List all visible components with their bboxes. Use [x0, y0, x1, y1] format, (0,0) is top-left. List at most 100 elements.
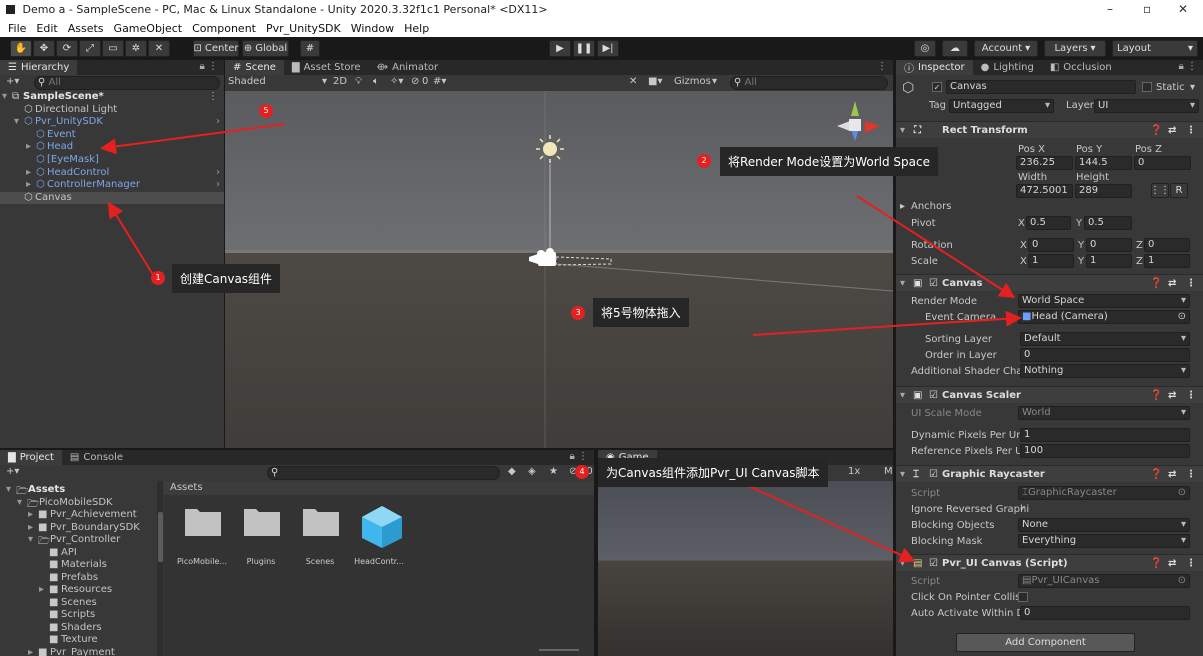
shading-mode-dropdown[interactable]: Shaded — [228, 76, 266, 87]
filter-type-icon[interactable]: ◆ — [508, 466, 516, 477]
zoom-slider[interactable] — [539, 649, 579, 651]
transform-tool-icon[interactable]: ✲ — [125, 40, 147, 57]
rotation-y-field[interactable]: 0 — [1086, 238, 1132, 252]
enabled-checkbox[interactable]: ☑ — [929, 390, 938, 401]
maximize-button[interactable]: ▫ — [1143, 2, 1151, 16]
chevron-right-icon[interactable]: › — [216, 116, 220, 127]
tree-scrollbar-track[interactable] — [157, 481, 163, 656]
project-folder-item[interactable]: ■ Scenes — [0, 597, 155, 609]
tab-lighting[interactable]: ● Lighting — [973, 60, 1042, 75]
rotation-z-field[interactable]: 0 — [1144, 238, 1190, 252]
panel-lock-icon[interactable]: 🔒︎ ⋮ — [200, 61, 219, 72]
project-folder-item[interactable]: ■ Scripts — [0, 609, 155, 621]
add-icon[interactable]: +▾ — [6, 466, 19, 477]
scale-tool-icon[interactable]: ⤢ — [79, 40, 101, 57]
grid-icon[interactable]: #▾ — [433, 76, 446, 87]
tab-animator[interactable]: ⟴ Animator — [369, 60, 447, 75]
project-folder-item[interactable]: ▾ 🗁︎ PicoMobileSDK — [0, 497, 155, 510]
foldout-arrow-icon[interactable]: ▸ — [28, 509, 33, 520]
asset-item[interactable]: Scenes — [292, 505, 348, 575]
tree-scrollbar-thumb[interactable] — [158, 512, 163, 562]
account-dropdown[interactable]: Account ▾ — [974, 40, 1038, 57]
settings-icon[interactable]: ⇄ — [1168, 469, 1176, 480]
shader-channels-dropdown[interactable]: Nothing — [1020, 364, 1190, 378]
tab-project[interactable]: ▇ Project — [0, 450, 62, 465]
chevron-right-icon[interactable]: › — [216, 167, 220, 178]
foldout-arrow-icon[interactable]: ▾ — [14, 116, 19, 127]
component-menu-icon[interactable]: ⋮ — [1186, 125, 1196, 136]
auto-activate-field[interactable]: 0 — [1020, 606, 1190, 620]
minimize-button[interactable]: – — [1107, 2, 1113, 16]
camera-icon[interactable]: ■▾ — [648, 76, 662, 87]
chevron-right-icon[interactable]: › — [216, 179, 220, 190]
rect-tool-icon[interactable]: ▭ — [102, 40, 124, 57]
static-checkbox[interactable] — [1142, 82, 1152, 92]
breadcrumb-assets[interactable]: Assets — [170, 482, 203, 493]
game-scale-label[interactable]: 1x — [848, 466, 860, 477]
order-in-layer-field[interactable]: 0 — [1020, 348, 1190, 362]
asset-item[interactable]: HeadContr... — [351, 505, 407, 575]
pivot-y-field[interactable]: 0.5 — [1084, 216, 1132, 230]
hierarchy-item[interactable]: ⬡ [EyeMask] — [0, 154, 224, 166]
menu-gameobject[interactable]: GameObject — [114, 22, 183, 35]
pvr-ui-canvas-header[interactable]: ▾ ▤ ☑ Pvr_UI Canvas (Script) ❓ ⇄ ⋮ — [896, 554, 1203, 571]
hierarchy-item[interactable]: ▸ ⬡ ControllerManager › — [0, 179, 224, 191]
foldout-arrow-icon[interactable]: ▾ — [2, 91, 7, 102]
object-name-input[interactable]: Canvas — [946, 80, 1136, 94]
close-button[interactable]: ✕ — [1178, 2, 1188, 16]
project-search-input[interactable]: ⚲ — [267, 466, 500, 480]
dynamic-pixels-field[interactable]: 1 — [1020, 428, 1190, 442]
project-folder-item[interactable]: ■ Shaders — [0, 622, 155, 634]
menu-pvr-unitysdk[interactable]: Pvr_UnitySDK — [266, 22, 341, 35]
favorite-icon[interactable]: ★ — [549, 466, 558, 477]
click-on-pointer-checkbox[interactable] — [1018, 592, 1028, 602]
layer-dropdown[interactable]: UI — [1094, 99, 1199, 113]
anchors-foldout[interactable]: Anchors — [911, 201, 951, 212]
global-toggle[interactable]: ⊕ Global — [242, 40, 289, 57]
menu-file[interactable]: File — [8, 22, 26, 35]
canvas-component-header[interactable]: ▾ ▣ ☑ Canvas ❓ ⇄ ⋮ — [896, 274, 1203, 291]
hidden-objects-icon[interactable]: ⊘ — [411, 76, 419, 87]
project-folder-item[interactable]: ■ Prefabs — [0, 572, 155, 584]
help-icon[interactable]: ❓ — [1150, 558, 1162, 569]
pos-x-field[interactable]: 236.25 — [1016, 156, 1073, 170]
cloud-icon[interactable]: ☁ — [942, 40, 968, 57]
mode-2d-toggle[interactable]: 2D — [333, 76, 347, 87]
camera-gizmo-icon[interactable] — [529, 248, 612, 266]
rotate-tool-icon[interactable]: ⟳ — [56, 40, 78, 57]
settings-icon[interactable]: ⇄ — [1168, 278, 1176, 289]
scene-search-input[interactable]: ⚲ All — [730, 76, 888, 90]
effects-icon[interactable]: ✧▾ — [390, 76, 403, 87]
lighting-icon[interactable]: 💡︎ — [355, 76, 362, 87]
help-icon[interactable]: ❓ — [1150, 469, 1162, 480]
maximize-on-play-toggle[interactable]: M — [884, 466, 893, 477]
component-menu-icon[interactable]: ⋮ — [1186, 558, 1196, 569]
component-menu-icon[interactable]: ⋮ — [1186, 278, 1196, 289]
static-dropdown[interactable]: Static — [1156, 82, 1185, 93]
ignore-reversed-checkbox[interactable]: ✓ — [1018, 504, 1028, 514]
add-icon[interactable]: +▾ — [6, 76, 19, 87]
tab-scene[interactable]: # Scene — [225, 60, 284, 75]
project-folder-item[interactable]: ▾ 🗁︎ Pvr_Controller — [0, 534, 155, 547]
tab-inspector[interactable]: ⓘ Inspector — [896, 60, 973, 75]
project-folder-item[interactable]: ■ API — [0, 547, 155, 559]
blueprint-mode-icon[interactable]: ⋮⋮ — [1150, 183, 1170, 198]
foldout-arrow-icon[interactable]: ▸ — [28, 522, 33, 533]
width-field[interactable]: 472.5001 — [1016, 184, 1073, 198]
hierarchy-item[interactable]: ⬡ Directional Light — [0, 104, 224, 116]
hierarchy-item[interactable]: ⬡ Canvas — [0, 191, 224, 204]
enabled-checkbox[interactable]: ☑ — [929, 278, 938, 289]
panel-lock-icon[interactable]: 🔒︎ ⋮ — [570, 451, 589, 462]
asset-item[interactable]: Plugins — [233, 505, 289, 575]
blocking-objects-dropdown[interactable]: None — [1018, 518, 1190, 532]
active-checkbox[interactable]: ✓ — [932, 82, 942, 92]
scale-z-field[interactable]: 1 — [1144, 254, 1190, 268]
project-folder-item[interactable]: ■ Texture — [0, 634, 155, 646]
layout-dropdown[interactable]: Layout ▾ — [1112, 40, 1198, 57]
menu-edit[interactable]: Edit — [36, 22, 57, 35]
tools-icon[interactable]: ✕ — [629, 76, 637, 87]
play-button[interactable]: ▶ — [549, 40, 571, 57]
help-icon[interactable]: ❓ — [1150, 390, 1162, 401]
panel-lock-icon[interactable]: 🔒︎ ⋮ — [1179, 61, 1198, 72]
graphic-raycaster-header[interactable]: ▾ ⌶ ☑ Graphic Raycaster ❓ ⇄ ⋮ — [896, 465, 1203, 482]
